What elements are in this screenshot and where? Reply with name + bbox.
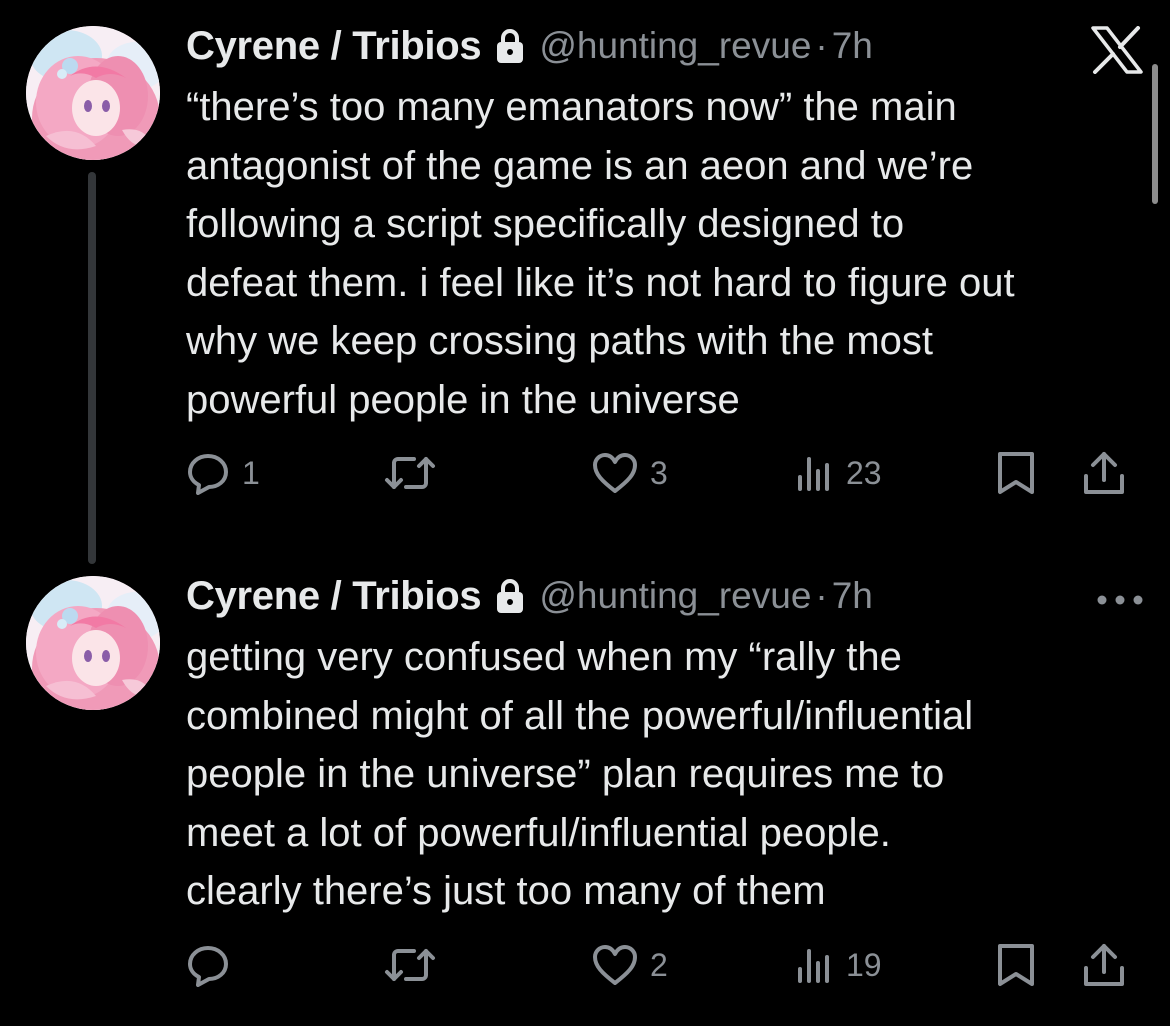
x-logo-icon[interactable]	[1090, 26, 1144, 74]
share-icon	[1084, 452, 1124, 494]
like-count: 2	[650, 946, 668, 983]
bookmark-icon	[998, 452, 1034, 494]
like-button[interactable]: 3	[592, 448, 668, 498]
views-button[interactable]: 19	[794, 940, 882, 990]
repost-icon	[385, 949, 435, 981]
share-button[interactable]	[1082, 940, 1126, 990]
heart-icon	[593, 453, 637, 493]
views-count: 23	[846, 454, 882, 491]
tweet-text-line: antagonist of the game is an aeon and we…	[186, 143, 974, 188]
heart-icon	[593, 945, 637, 985]
repost-icon	[385, 457, 435, 489]
tweet-text-line: getting very confused when my “rally the	[186, 635, 902, 679]
tweet-text-line: following a script specifically designed…	[186, 202, 905, 246]
bookmark-icon	[998, 944, 1034, 986]
reply-icon	[188, 946, 228, 987]
bookmark-button[interactable]	[996, 448, 1036, 498]
timestamp[interactable]: 7h	[832, 575, 873, 617]
tweet-header: Cyrene / Tribios @hunting_revue · 7h	[186, 570, 873, 622]
repost-button[interactable]	[384, 448, 448, 498]
reply-button[interactable]	[186, 940, 242, 990]
lock-icon	[495, 27, 525, 65]
display-name[interactable]: Cyrene / Tribios	[186, 574, 482, 619]
reply-count: 1	[242, 454, 260, 491]
views-icon	[798, 457, 829, 491]
reply-icon	[188, 454, 228, 495]
tweet-text-line: combined might of all the powerful/influ…	[186, 693, 974, 738]
views-icon	[798, 949, 829, 983]
tweet[interactable]: Cyrene / Tribios @hunting_revue · 7h get…	[0, 560, 1170, 1026]
bookmark-button[interactable]	[996, 940, 1036, 990]
avatar[interactable]	[26, 576, 160, 710]
like-count: 3	[650, 454, 668, 491]
tweet-text-line: meet a lot of powerful/influential peopl…	[186, 810, 891, 855]
tweet-text: getting very confused when my “rally the…	[186, 628, 1146, 921]
views-button[interactable]: 23	[794, 448, 882, 498]
tweet-text-line: powerful people in the universe	[186, 377, 740, 422]
more-icon[interactable]	[1096, 594, 1144, 606]
tweet[interactable]: Cyrene / Tribios @hunting_revue · 7h “th…	[0, 0, 1170, 564]
tweet-header: Cyrene / Tribios @hunting_revue · 7h	[186, 20, 873, 72]
display-name[interactable]: Cyrene / Tribios	[186, 24, 482, 69]
like-button[interactable]: 2	[592, 940, 668, 990]
tweet-actions: 1 3 23	[186, 448, 1146, 498]
tweet-actions: 2 19	[186, 940, 1146, 990]
avatar[interactable]	[26, 26, 160, 160]
share-icon	[1084, 944, 1124, 986]
share-button[interactable]	[1082, 448, 1126, 498]
repost-button[interactable]	[384, 940, 448, 990]
lock-icon	[495, 577, 525, 615]
tweet-text-line: people in the universe” plan requires me…	[186, 752, 945, 796]
separator-dot: ·	[815, 575, 828, 616]
tweet-text-line: “there’s too many emanators now” the mai…	[186, 85, 957, 129]
timestamp[interactable]: 7h	[832, 25, 873, 67]
tweet-text-line: why we keep crossing paths with the most	[186, 319, 934, 363]
tweet-text-line: defeat them. i feel like it’s not hard t…	[186, 260, 1015, 305]
tweet-text-line: clearly there’s just too many of them	[186, 869, 826, 913]
tweet-text: “there’s too many emanators now” the mai…	[186, 78, 1146, 429]
views-count: 19	[846, 946, 882, 983]
reply-button[interactable]: 1	[186, 448, 260, 498]
user-handle[interactable]: @hunting_revue	[539, 25, 811, 67]
separator-dot: ·	[815, 25, 828, 66]
scrollbar[interactable]	[1152, 64, 1158, 204]
user-handle[interactable]: @hunting_revue	[539, 575, 811, 617]
thread-connector-line	[88, 172, 96, 564]
